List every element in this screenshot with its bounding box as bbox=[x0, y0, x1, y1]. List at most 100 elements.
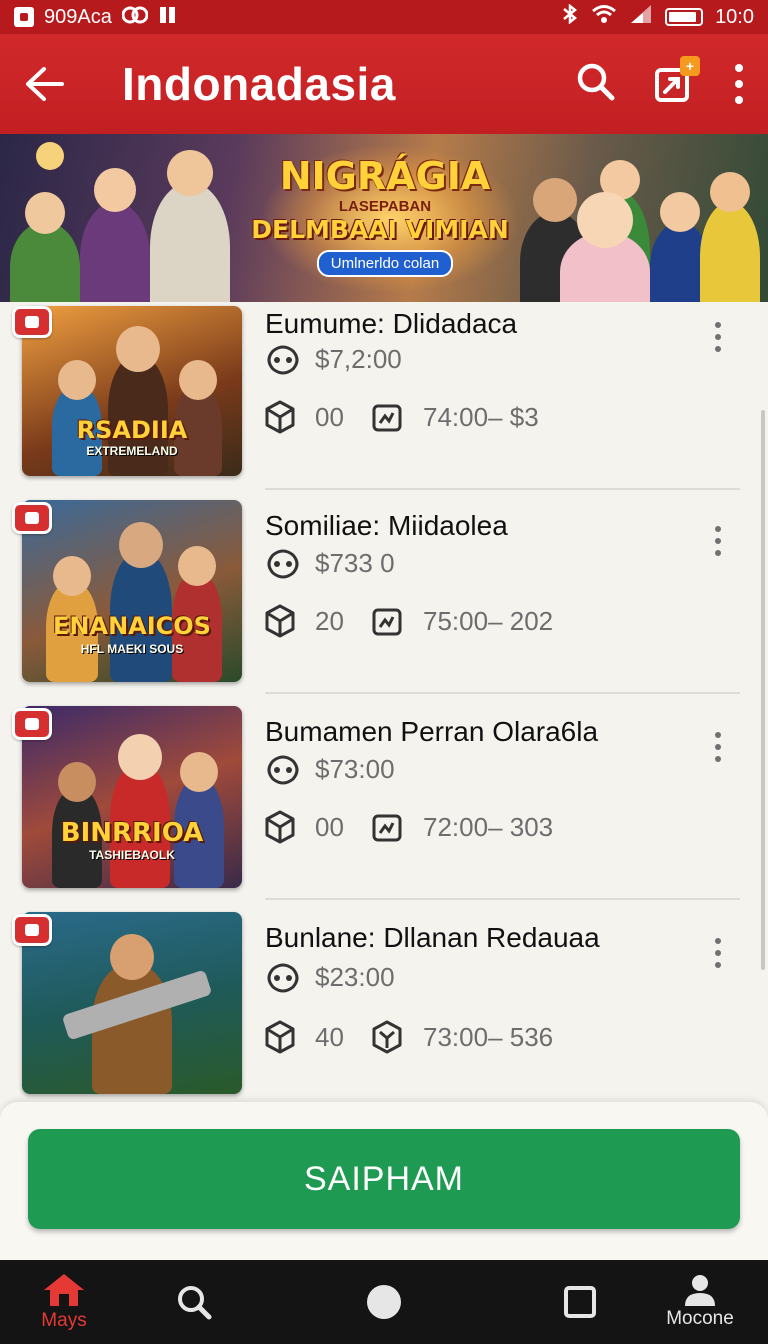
banner-title-line1: NIGRÁGIA bbox=[279, 154, 491, 198]
game-thumbnail[interactable] bbox=[22, 912, 242, 1094]
item-options-button[interactable] bbox=[708, 938, 728, 968]
profile-icon bbox=[685, 1275, 715, 1306]
thumbnail-logo: ENANAICOS bbox=[53, 612, 211, 640]
bottom-action-sheet: SAIPHAM bbox=[0, 1102, 768, 1260]
home-icon bbox=[44, 1274, 84, 1306]
clock: 10:0 bbox=[715, 5, 754, 28]
game-title[interactable]: Bumamen Perran Olara6la bbox=[265, 716, 598, 748]
item-options-button[interactable] bbox=[708, 732, 728, 762]
cube-icon bbox=[265, 400, 295, 434]
thumbnail-subtitle: EXTREMELAND bbox=[86, 444, 178, 458]
search-icon bbox=[577, 63, 615, 100]
price-row: $23:00 bbox=[265, 962, 395, 993]
banner-moon-icon bbox=[36, 142, 64, 170]
cube-icon bbox=[265, 810, 295, 844]
game-price: $73:00 bbox=[315, 754, 395, 784]
nav-home[interactable]: Mays bbox=[0, 1260, 128, 1344]
thumbnail-subtitle: HFL MAEKI SOUS bbox=[80, 642, 184, 656]
calendar-icon bbox=[372, 814, 402, 842]
meta-row: 00 74:00– $3 bbox=[265, 400, 539, 434]
game-schedule: 73:00– 536 bbox=[423, 1021, 554, 1052]
list-item[interactable]: RSADIIA EXTREMELAND Eumume: Dlidadaca $7… bbox=[0, 302, 768, 508]
banner-character bbox=[10, 192, 80, 302]
meta-row: 20 75:00– 202 bbox=[265, 604, 553, 638]
game-thumbnail[interactable]: ENANAICOS HFL MAEKI SOUS bbox=[22, 500, 242, 682]
game-price: $7,2:00 bbox=[315, 344, 402, 374]
game-thumbnail[interactable]: BINRRIOA TASHIEBAOLK bbox=[22, 706, 242, 888]
bottom-navigation: Mays Mocone bbox=[0, 1260, 768, 1344]
nav-home-circle[interactable] bbox=[320, 1260, 448, 1344]
item-options-button[interactable] bbox=[708, 322, 728, 352]
game-schedule: 72:00– 303 bbox=[423, 811, 554, 842]
back-button[interactable] bbox=[22, 62, 66, 106]
nav-recents[interactable] bbox=[516, 1260, 644, 1344]
primary-action-button[interactable]: SAIPHAM bbox=[28, 1129, 740, 1229]
download-icon bbox=[158, 5, 178, 30]
coin-icon bbox=[267, 755, 299, 784]
status-bar: 909Aca 10:0 bbox=[0, 0, 768, 34]
banner-character bbox=[700, 172, 760, 302]
thumbnail-subtitle: TASHIEBAOLK bbox=[89, 848, 175, 862]
list-item[interactable]: ENANAICOS HFL MAEKI SOUS Somiliae: Miida… bbox=[0, 500, 768, 714]
app-notification-icon bbox=[14, 7, 34, 27]
arrow-left-icon bbox=[26, 67, 64, 101]
meta-row: 00 72:00– 303 bbox=[265, 810, 553, 844]
more-options-button[interactable] bbox=[732, 64, 746, 104]
meta-row: 40 73:00– 536 bbox=[265, 1020, 553, 1054]
thumbnail-logo: BINRRIOA bbox=[60, 818, 204, 848]
notification-icon bbox=[121, 5, 149, 30]
game-title[interactable]: Bunlane: Dllanan Redauaa bbox=[265, 922, 600, 954]
game-tag-icon bbox=[12, 306, 52, 338]
game-thumbnail[interactable]: RSADIIA EXTREMELAND bbox=[22, 306, 242, 476]
game-price: $23:00 bbox=[315, 962, 395, 992]
nav-home-label: Mays bbox=[41, 1310, 87, 1331]
battery-icon bbox=[665, 8, 704, 26]
coin-icon bbox=[267, 549, 299, 578]
cube-icon bbox=[265, 1020, 295, 1054]
game-list[interactable]: RSADIIA EXTREMELAND Eumume: Dlidadaca $7… bbox=[0, 302, 768, 1102]
divider bbox=[265, 898, 740, 900]
scrollbar[interactable] bbox=[761, 410, 765, 970]
divider bbox=[265, 488, 740, 490]
player-count: 20 bbox=[315, 605, 344, 636]
game-tag-icon bbox=[12, 914, 52, 946]
app-bar: Indonadasia + bbox=[0, 34, 768, 134]
signal-icon bbox=[629, 4, 653, 30]
nav-profile[interactable]: Mocone bbox=[636, 1260, 764, 1344]
banner-character bbox=[150, 150, 230, 302]
coin-icon bbox=[267, 963, 299, 992]
banner-title-line3: DELMBAAI VIMIAN bbox=[251, 215, 509, 244]
list-item[interactable]: BINRRIOA TASHIEBAOLK Bumamen Perran Olar… bbox=[0, 706, 768, 920]
game-title[interactable]: Eumume: Dlidadaca bbox=[265, 308, 517, 340]
calendar-icon bbox=[372, 404, 402, 432]
notification-button[interactable]: + bbox=[654, 56, 700, 104]
game-schedule: 74:00– $3 bbox=[423, 401, 539, 432]
player-count: 00 bbox=[315, 811, 344, 842]
wifi-icon bbox=[591, 4, 617, 30]
coin-icon bbox=[267, 345, 299, 374]
search-button[interactable] bbox=[576, 62, 616, 107]
search-icon bbox=[178, 1286, 212, 1320]
circle-home-icon bbox=[367, 1285, 401, 1319]
divider bbox=[265, 692, 740, 694]
game-tag-icon bbox=[12, 502, 52, 534]
thumbnail-logo: RSADIIA bbox=[76, 416, 188, 444]
list-item[interactable]: Bunlane: Dllanan Redauaa $23:00 40 73:00… bbox=[0, 912, 768, 1102]
player-count: 40 bbox=[315, 1021, 344, 1052]
price-row: $7,2:00 bbox=[265, 344, 402, 375]
price-row: $73:00 bbox=[265, 754, 395, 785]
banner-character bbox=[80, 168, 150, 302]
notification-badge: + bbox=[680, 56, 700, 76]
item-options-button[interactable] bbox=[708, 526, 728, 556]
page-title: Indonadasia bbox=[122, 58, 396, 110]
promo-banner[interactable]: NIGRÁGIA LASEPABAN DELMBAAI VIMIAN Umlne… bbox=[0, 134, 768, 302]
nav-profile-label: Mocone bbox=[666, 1308, 734, 1329]
banner-title-line2: LASEPABAN bbox=[338, 198, 432, 215]
banner-character bbox=[560, 192, 650, 302]
nav-search[interactable] bbox=[130, 1260, 258, 1344]
box-icon bbox=[372, 1020, 402, 1054]
banner-pill[interactable]: Umlnerldo colan bbox=[316, 250, 454, 277]
calendar-icon bbox=[372, 608, 402, 636]
game-schedule: 75:00– 202 bbox=[423, 605, 554, 636]
game-title[interactable]: Somiliae: Miidaolea bbox=[265, 510, 508, 542]
